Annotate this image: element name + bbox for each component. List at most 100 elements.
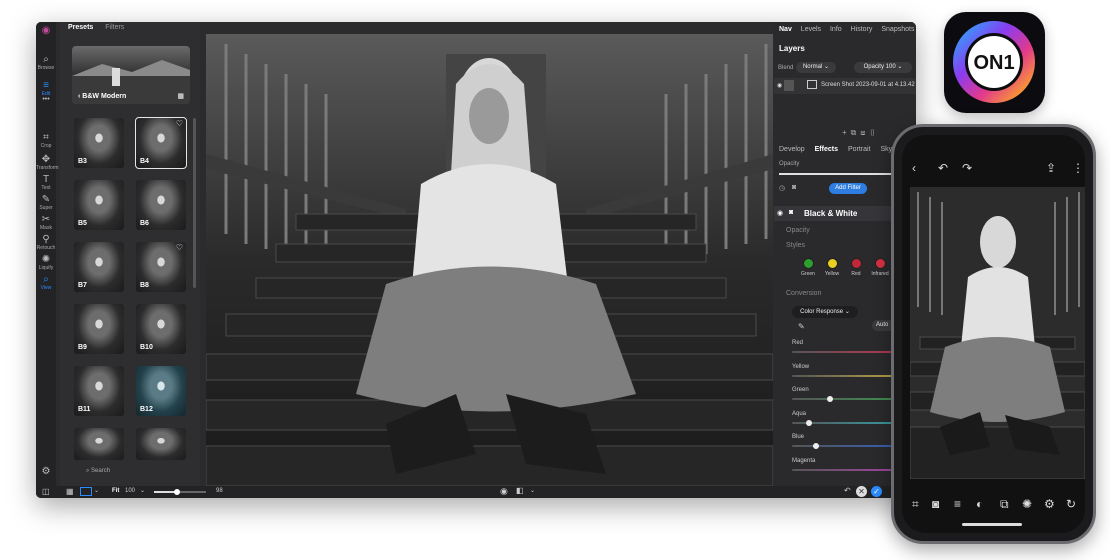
zoom-value[interactable]: 100: [125, 488, 135, 494]
opacity-dropdown[interactable]: Opacity 100 ⌄: [854, 62, 912, 73]
style-swatch[interactable]: [803, 258, 814, 269]
heart-icon[interactable]: ♡: [176, 243, 183, 252]
mask-icon[interactable]: ◙: [789, 209, 793, 216]
preset-thumbnail[interactable]: B3: [74, 118, 124, 168]
share-icon[interactable]: ⇪: [1046, 161, 1056, 175]
tab-levels[interactable]: Levels: [801, 26, 821, 33]
layer-row[interactable]: ◉ Screen Shot 2023-09-01 at 4.13.42: [774, 78, 916, 94]
add-layer-icon[interactable]: +: [842, 128, 851, 137]
tab-info[interactable]: Info: [830, 26, 842, 33]
tool-liquify[interactable]: ✺ Liquify: [36, 254, 56, 271]
blend-dropdown[interactable]: Normal ⌄: [796, 62, 836, 73]
tool-view[interactable]: ⌕ View: [36, 274, 56, 291]
cancel-button[interactable]: ✕: [856, 486, 867, 497]
color-slider-knob[interactable]: [827, 396, 834, 402]
single-view-icon[interactable]: [80, 487, 92, 496]
history-icon[interactable]: ◷: [779, 184, 785, 192]
reset-icon[interactable]: ↻: [1066, 497, 1076, 511]
duplicate-icon[interactable]: ⧉: [851, 128, 861, 137]
tab-develop[interactable]: Develop: [779, 146, 805, 153]
eyedropper-icon[interactable]: ✎: [798, 322, 805, 331]
tab-snapshots[interactable]: Snapshots: [881, 26, 914, 33]
redo-icon[interactable]: ↷: [962, 161, 972, 175]
tool-rail: ◉ ⌕ Browse ≡ Edit ••• ⌗ Crop ✥ Transform T Tex…: [36, 22, 59, 498]
style-swatch[interactable]: [851, 258, 862, 269]
crop-icon[interactable]: ⌗: [912, 497, 919, 512]
preset-search[interactable]: ⌕ Search: [86, 468, 110, 475]
style-swatch[interactable]: [827, 258, 838, 269]
color-slider-knob[interactable]: [813, 443, 820, 449]
settings-icon[interactable]: ⚙: [36, 466, 56, 477]
slider-label: Green: [792, 387, 809, 393]
tool-edit[interactable]: ≡ Edit •••: [36, 80, 56, 103]
preset-thumbnail[interactable]: B5: [74, 180, 124, 230]
tab-filters[interactable]: Filters: [105, 24, 124, 31]
preset-thumbnail[interactable]: B6: [136, 180, 186, 230]
eye-icon[interactable]: ◉: [500, 486, 508, 497]
tab-effects[interactable]: Effects: [815, 146, 838, 153]
brush-icon[interactable]: ✺: [1022, 497, 1032, 511]
chevron-down-icon[interactable]: ⌄: [94, 487, 99, 494]
zoom-slider-knob[interactable]: [174, 489, 181, 495]
preset-thumbnail[interactable]: ♡ B8: [136, 242, 186, 292]
grid-view-icon[interactable]: ▦: [66, 487, 74, 496]
presets-tabs: Presets Filters: [68, 24, 134, 31]
color-slider-knob[interactable]: [806, 419, 813, 426]
main-photo-canvas[interactable]: [206, 34, 773, 486]
sliders-icon[interactable]: ≡: [954, 497, 961, 511]
preset-thumbnail[interactable]: B10: [136, 304, 186, 354]
chevron-down-icon[interactable]: ⌄: [140, 487, 145, 494]
presets-scrollbar[interactable]: [193, 118, 196, 288]
tool-super[interactable]: ✎ Super: [36, 194, 56, 211]
preset-thumbnail[interactable]: [74, 428, 124, 460]
banner-label: ‹ B&W Modern: [78, 93, 127, 100]
zoom-slider[interactable]: [154, 489, 206, 495]
panel-toggle-icon[interactable]: ◫: [42, 487, 50, 496]
chevron-down-icon[interactable]: ⌄: [530, 487, 535, 494]
preset-thumbnail[interactable]: [136, 428, 186, 460]
tool-retouch[interactable]: ⚲ Retouch: [36, 234, 56, 251]
preset-thumbnail[interactable]: B11: [74, 366, 124, 416]
preset-thumbnail[interactable]: B9: [74, 304, 124, 354]
mask-icon[interactable]: ◙: [792, 184, 796, 191]
more-icon[interactable]: ⋮: [1072, 161, 1084, 175]
tab-portrait[interactable]: Portrait: [848, 146, 871, 153]
apply-button[interactable]: ✓: [871, 486, 882, 497]
grid-icon[interactable]: ▦: [177, 92, 184, 100]
browse-icon: ⌕: [43, 54, 49, 65]
preset-thumbnail[interactable]: B7: [74, 242, 124, 292]
tool-mask[interactable]: ✂ Mask: [36, 214, 56, 231]
opacity-slider[interactable]: [779, 173, 891, 175]
tab-history[interactable]: History: [851, 26, 873, 33]
preset-thumbnail[interactable]: B12: [136, 366, 186, 416]
filter-icon[interactable]: ◐: [976, 497, 983, 511]
preset-category-banner[interactable]: ‹ B&W Modern ▦: [72, 46, 190, 104]
gear-icon[interactable]: ⚙: [1044, 497, 1055, 511]
tool-text[interactable]: T Text: [36, 174, 56, 191]
zoom-mode[interactable]: Fit: [112, 488, 119, 494]
heart-icon[interactable]: ♡: [176, 119, 183, 128]
back-icon[interactable]: ‹: [912, 161, 916, 175]
style-label: Red: [851, 271, 861, 277]
delete-icon[interactable]: ▯: [869, 128, 879, 137]
tool-browse[interactable]: ⌕ Browse: [36, 54, 56, 71]
auto-camera-icon[interactable]: ◙: [932, 497, 939, 511]
preset-thumbnail[interactable]: ♡ B4: [135, 117, 187, 169]
undo-icon[interactable]: ↶: [844, 486, 851, 495]
color-response-dropdown[interactable]: Color Response ⌄: [792, 306, 858, 318]
eye-icon[interactable]: ◉: [777, 82, 782, 89]
tab-nav[interactable]: Nav: [779, 26, 792, 33]
tab-presets[interactable]: Presets: [68, 24, 93, 31]
tool-transform[interactable]: ✥ Transform: [36, 154, 59, 171]
layer-name: Screen Shot 2023-09-01 at 4.13.42: [821, 82, 915, 88]
style-swatch[interactable]: [875, 258, 886, 269]
add-filter-button[interactable]: Add Filter: [829, 183, 867, 194]
desktop-app-window: ◉ ⌕ Browse ≡ Edit ••• ⌗ Crop ✥ Transform T Tex…: [36, 22, 916, 498]
tool-crop[interactable]: ⌗ Crop: [36, 132, 56, 149]
nav-tabs: Nav Levels Info History Snapshots: [779, 26, 916, 33]
compare-icon[interactable]: ◧: [516, 486, 524, 495]
undo-icon[interactable]: ↶: [938, 161, 948, 175]
more-icon[interactable]: •••: [36, 96, 56, 103]
layers-icon[interactable]: ⧉: [1000, 497, 1009, 512]
power-icon[interactable]: ◉: [777, 209, 783, 217]
